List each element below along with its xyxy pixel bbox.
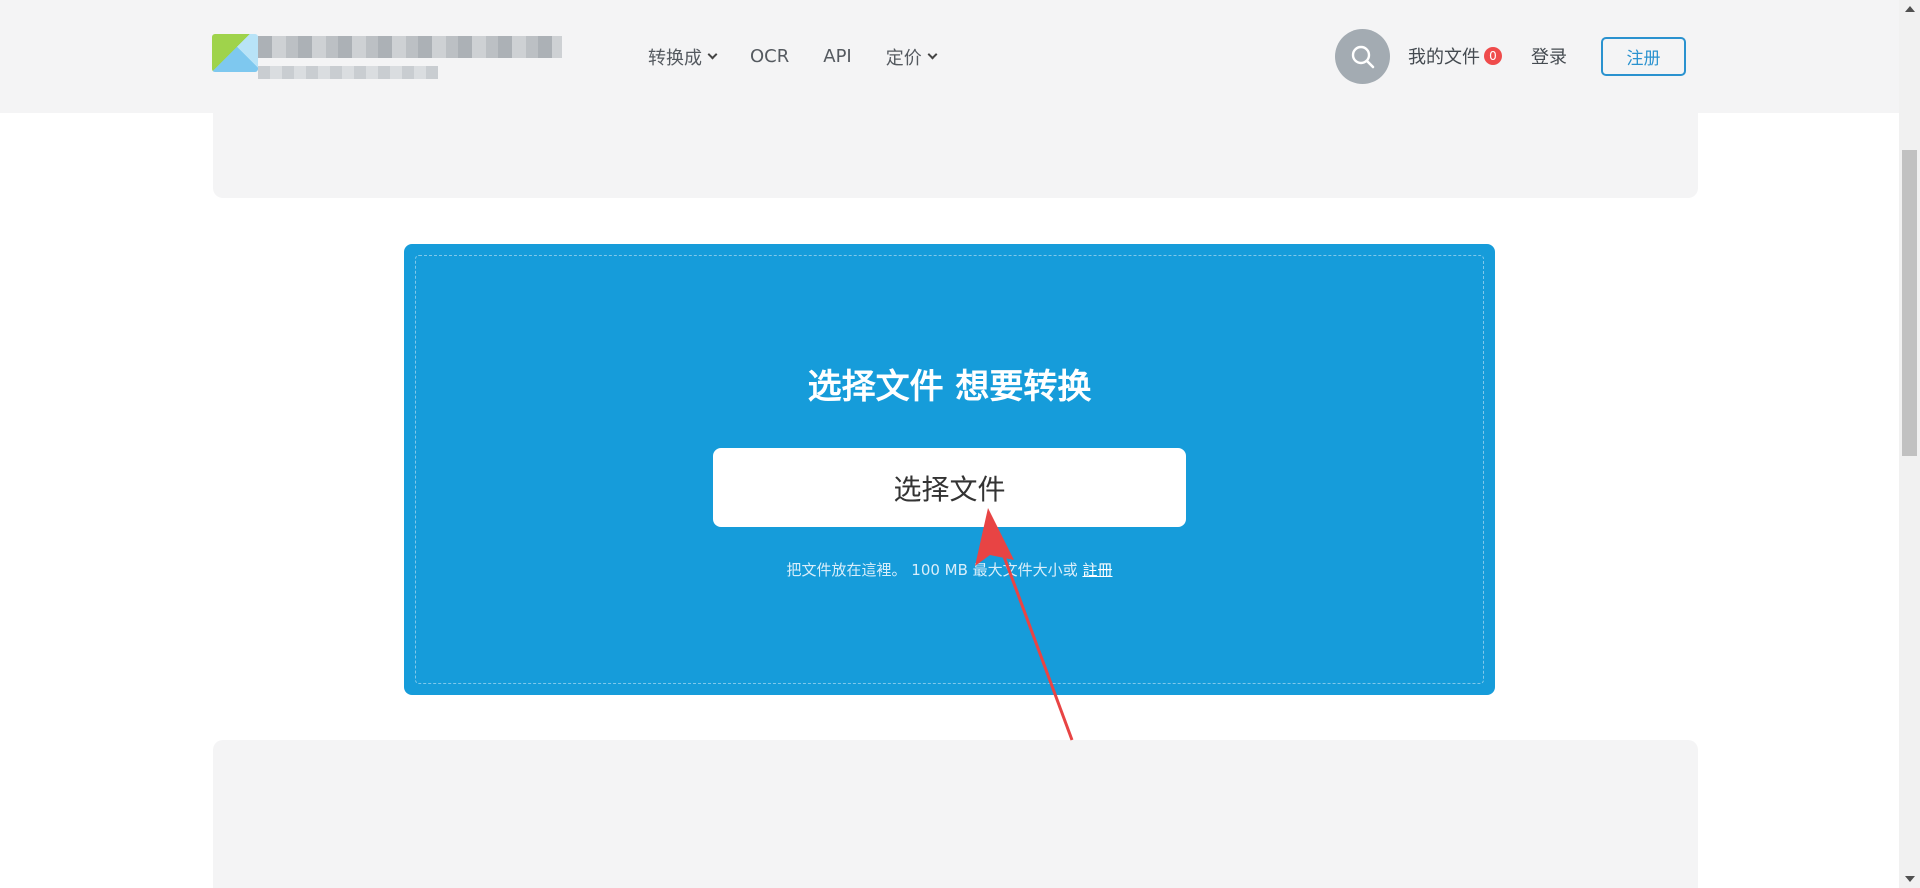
my-files-link[interactable]: 我的文件 0 [1408, 43, 1502, 69]
site-logo[interactable] [212, 28, 562, 83]
chevron-down-icon [707, 49, 718, 60]
nav-pricing[interactable]: 定价 [885, 44, 938, 70]
site-header: 转换成 OCR API 定价 我的文件 0 登录 注册 [0, 0, 1899, 113]
scroll-up-icon[interactable] [1905, 6, 1915, 12]
login-link[interactable]: 登录 [1531, 43, 1567, 69]
my-files-label: 我的文件 [1408, 47, 1480, 68]
upload-title: 选择文件 想要转换 [807, 367, 1092, 407]
nav-api[interactable]: API [823, 46, 851, 67]
upload-hint-register-link[interactable]: 註冊 [1082, 561, 1112, 579]
nav-convert-to[interactable]: 转换成 [648, 44, 718, 70]
upload-hint-text: 把文件放在這裡。 100 MB 最大文件大小或 [786, 561, 1083, 579]
nav-pricing-label: 定价 [885, 47, 922, 69]
upload-hint: 把文件放在這裡。 100 MB 最大文件大小或 註冊 [404, 559, 1495, 580]
scroll-down-icon[interactable] [1905, 876, 1915, 882]
logo-tagline-blurred [258, 66, 438, 79]
nav-api-label: API [823, 46, 852, 67]
my-files-count-badge: 0 [1484, 47, 1502, 65]
nav-convert-to-label: 转换成 [648, 47, 702, 69]
search-button[interactable] [1335, 29, 1390, 84]
file-upload-dropzone[interactable]: 选择文件 想要转换 选择文件 把文件放在這裡。 100 MB 最大文件大小或 註… [404, 244, 1495, 695]
page-scrollbar[interactable] [1899, 0, 1920, 888]
bottom-content-card [213, 740, 1698, 888]
nav-ocr[interactable]: OCR [750, 46, 789, 67]
main-nav: 转换成 OCR API 定价 [648, 0, 970, 113]
search-icon [1351, 45, 1374, 68]
nav-ocr-label: OCR [750, 46, 790, 67]
choose-file-button[interactable]: 选择文件 [713, 448, 1186, 527]
scrollbar-thumb[interactable] [1902, 150, 1917, 456]
chevron-down-icon [927, 49, 938, 60]
register-button[interactable]: 注册 [1601, 37, 1686, 76]
logo-mark-icon [212, 34, 258, 72]
logo-wordmark-blurred [258, 36, 562, 58]
